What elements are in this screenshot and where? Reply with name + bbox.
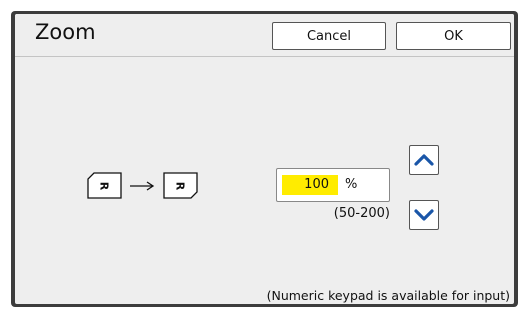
original-page-icon: R	[87, 172, 122, 199]
chevron-up-icon	[414, 154, 434, 166]
decrease-button[interactable]	[409, 200, 439, 230]
header-divider	[15, 56, 514, 57]
zoom-unit: %	[345, 177, 358, 192]
zoom-range: (50-200)	[333, 206, 390, 221]
chevron-down-icon	[414, 209, 434, 221]
keypad-note: (Numeric keypad is available for input)	[266, 288, 510, 303]
original-page-letter: R	[98, 182, 111, 191]
ok-button[interactable]: OK	[396, 22, 511, 50]
cancel-button[interactable]: Cancel	[272, 22, 386, 50]
output-page-letter: R	[174, 182, 187, 191]
increase-button[interactable]	[409, 145, 439, 175]
output-page-icon: R	[163, 172, 198, 199]
zoom-diagram: R R	[87, 172, 217, 202]
zoom-value-field[interactable]: 100 %	[276, 168, 390, 202]
dialog-title: Zoom	[35, 20, 96, 44]
dialog-header: Zoom Cancel OK	[15, 14, 514, 56]
zoom-value: 100	[304, 177, 329, 192]
right-arrow-icon	[130, 181, 155, 191]
zoom-dialog: Zoom Cancel OK R R 100 % (50-200) (Numer…	[15, 14, 514, 304]
